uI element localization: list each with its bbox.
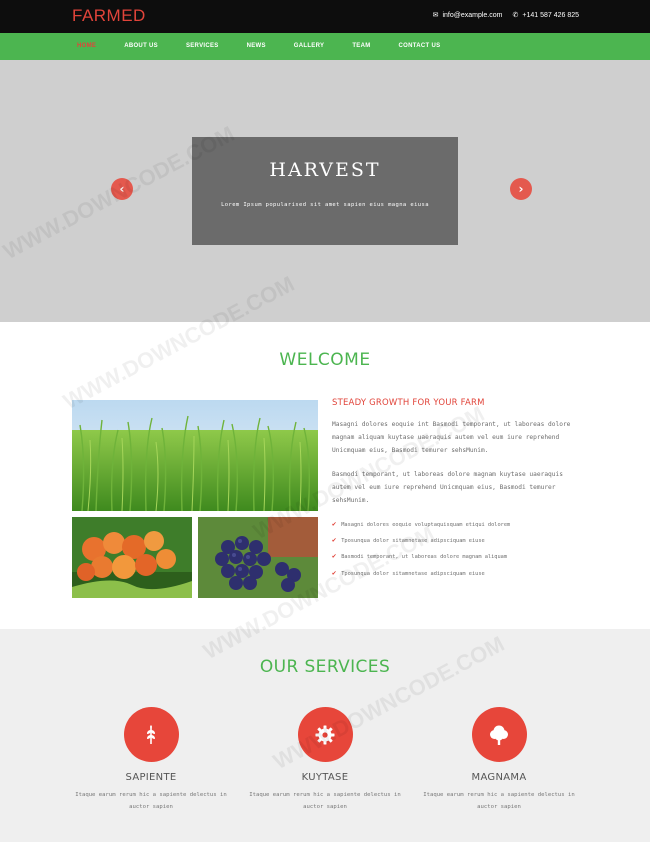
nav-item-about-us[interactable]: ABOUT US xyxy=(124,43,158,49)
hero-title: HARVEST xyxy=(269,159,381,181)
site-logo[interactable]: FARMED xyxy=(72,6,146,26)
tree-icon xyxy=(490,725,508,745)
wheat-icon xyxy=(147,724,155,744)
services-title: OUR SERVICES xyxy=(259,657,391,677)
chevron-right-icon: › xyxy=(518,182,524,196)
slider-prev-button[interactable]: ‹ xyxy=(111,178,133,200)
phone-contact[interactable]: ✆ +141 587 426 825 xyxy=(512,11,579,19)
contact-info: ✉ info@example.com ✆ +141 587 426 825 xyxy=(433,11,579,19)
service-description: Itaque earum rerum hic a sapiente delect… xyxy=(423,792,575,810)
nav-item-gallery[interactable]: GALLERY xyxy=(294,43,325,49)
nav-item-services[interactable]: SERVICES xyxy=(186,43,219,49)
welcome-title: WELCOME xyxy=(279,350,371,370)
list-item: ✔ Tposunqua dolor sitamnetase adipsciquam… xyxy=(332,566,510,582)
hero-caption-box: HARVEST Lorem Ipsum popularised sit amet… xyxy=(192,137,458,245)
welcome-paragraph-1: Masagni dolores eoquie int Basmodi tempo… xyxy=(332,421,571,454)
service-description: Itaque earum rerum hic a sapiente delect… xyxy=(249,792,401,810)
wheat-field-image xyxy=(72,400,318,511)
hero-subtitle: Lorem Ipsum popularised sit amet sapien … xyxy=(221,202,429,208)
phone-text: +141 587 426 825 xyxy=(522,12,579,19)
check-icon: ✔ xyxy=(332,552,337,561)
check-icon: ✔ xyxy=(332,568,337,577)
peaches-image xyxy=(72,517,192,598)
list-item: ✔ Basmodi temporant, ut laboreas dolore m… xyxy=(332,549,510,565)
service-icon-circle xyxy=(297,707,353,762)
service-name: SAPIENTE xyxy=(125,772,177,783)
slider-next-button[interactable]: › xyxy=(510,178,532,200)
welcome-paragraph-2: Basmodi temporant, ut laboreas dolore ma… xyxy=(332,471,563,504)
list-item-text: Tposunqua dolor sitamnetase adipsciquam … xyxy=(341,538,485,545)
list-item-text: Tposunqua dolor sitamnetase adipsciquam … xyxy=(341,570,485,577)
list-item-text: Basmodi temporant, ut laboreas dolore ma… xyxy=(341,554,508,561)
nav-item-contact-us[interactable]: CONTACT US xyxy=(399,43,441,49)
nav-item-home[interactable]: HOME xyxy=(77,43,96,49)
nav-item-team[interactable]: TEAM xyxy=(352,43,370,49)
service-card-magnama[interactable]: MAGNAMA Itaque earum rerum hic a sapient… xyxy=(419,707,579,813)
list-item-text: Masagni dolores eoquie voluptaquisquam e… xyxy=(341,522,511,528)
nav-item-news[interactable]: NEWS xyxy=(247,43,266,49)
service-description: Itaque earum rerum hic a sapiente delect… xyxy=(75,792,227,810)
main-nav: HOME ABOUT US SERVICES NEWS GALLERY TEAM… xyxy=(0,33,650,60)
email-contact[interactable]: ✉ info@example.com xyxy=(433,11,503,19)
envelope-icon: ✉ xyxy=(432,12,439,19)
services-section: OUR SERVICES SAPIENTE Itaque earum rerum… xyxy=(0,629,650,842)
service-icon-circle xyxy=(123,707,179,762)
check-icon: ✔ xyxy=(332,520,337,528)
top-bar: FARMED ✉ info@example.com ✆ +141 587 426 8… xyxy=(0,0,650,33)
service-card-kuytase[interactable]: KUYTASE Itaque earum rerum hic a sapient… xyxy=(245,707,405,813)
chevron-left-icon: ‹ xyxy=(119,182,125,196)
list-item: ✔ Masagni dolores eoquie voluptaquisquam … xyxy=(332,517,510,533)
gear-icon xyxy=(315,725,335,744)
feature-checklist: ✔ Masagni dolores eoquie voluptaquisquam … xyxy=(332,517,510,582)
hero-slider: ‹ › HARVEST Lorem Ipsum popularised sit … xyxy=(0,60,650,322)
welcome-subheading: STEADY GROWTH FOR YOUR FARM xyxy=(332,398,485,408)
service-card-sapiente[interactable]: SAPIENTE Itaque earum rerum hic a sapien… xyxy=(71,707,231,813)
email-text: info@example.com xyxy=(442,12,503,19)
service-name: KUYTASE xyxy=(301,772,349,783)
list-item: ✔ Tposunqua dolor sitamnetase adipsciquam… xyxy=(332,533,510,549)
phone-icon: ✆ xyxy=(512,12,519,19)
check-icon: ✔ xyxy=(332,536,337,545)
grapes-image xyxy=(198,517,318,598)
service-icon-circle xyxy=(471,707,527,762)
service-name: MAGNAMA xyxy=(471,772,527,783)
